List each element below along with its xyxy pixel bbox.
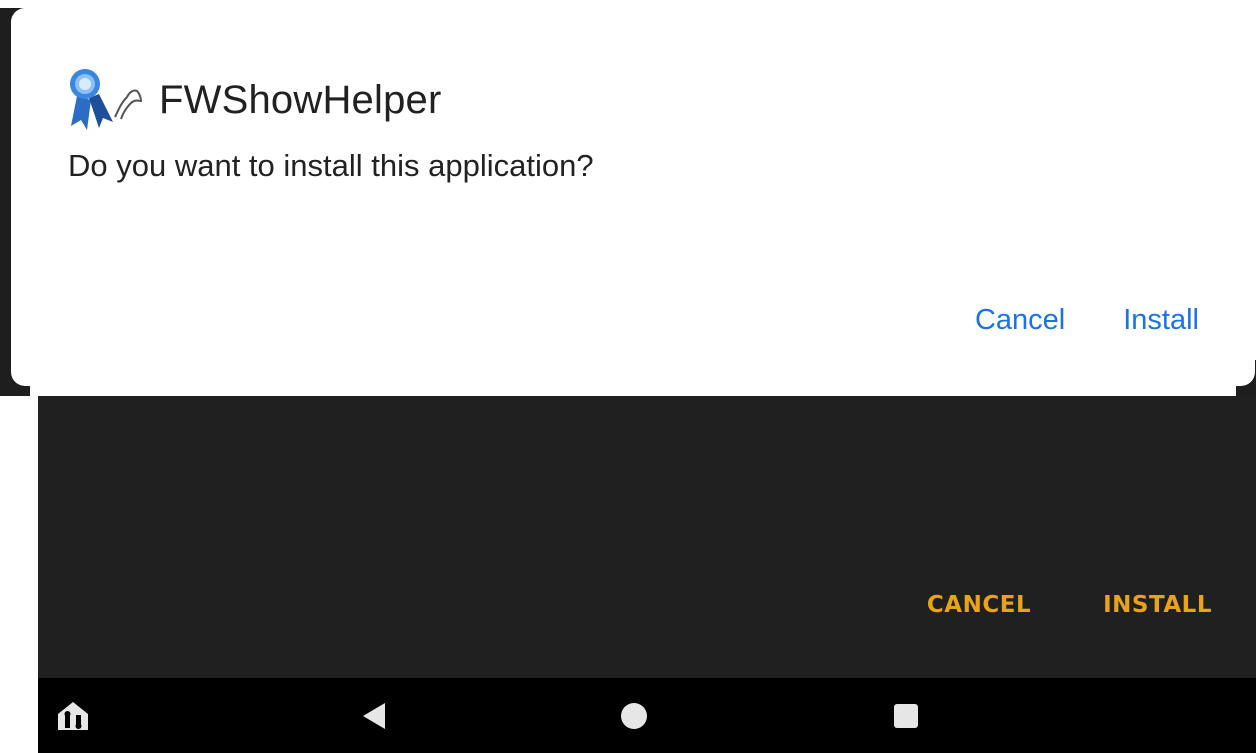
- background-install-panel: CANCEL INSTALL: [38, 396, 1256, 678]
- cancel-button[interactable]: Cancel: [975, 296, 1065, 345]
- screen: FWShowHelper Do you want to install this…: [0, 0, 1256, 753]
- recents-icon: [894, 703, 918, 728]
- app-name: FWShowHelper: [159, 77, 442, 122]
- install-button[interactable]: Install: [1123, 296, 1199, 345]
- home-app-icon: [58, 701, 88, 730]
- install-question: Do you want to install this application?: [68, 148, 594, 183]
- background-actions: CANCEL INSTALL: [927, 592, 1212, 618]
- horse-head-icon: [114, 89, 143, 120]
- back-button[interactable]: [344, 678, 404, 753]
- home-app-button[interactable]: [38, 678, 108, 753]
- install-dialog: FWShowHelper Do you want to install this…: [11, 8, 1255, 386]
- navigation-bar: [38, 678, 1256, 753]
- background-cancel-button[interactable]: CANCEL: [927, 592, 1031, 618]
- background-install-button[interactable]: INSTALL: [1103, 592, 1212, 618]
- dialog-header: FWShowHelper: [69, 64, 441, 136]
- home-button[interactable]: [604, 678, 664, 753]
- recents-button[interactable]: [876, 678, 936, 753]
- dialog-actions: Cancel Install: [975, 296, 1199, 345]
- ribbon-horse-icon: [70, 69, 113, 130]
- back-icon: [363, 702, 385, 729]
- home-icon: [621, 702, 647, 729]
- edge-cover: [0, 0, 30, 8]
